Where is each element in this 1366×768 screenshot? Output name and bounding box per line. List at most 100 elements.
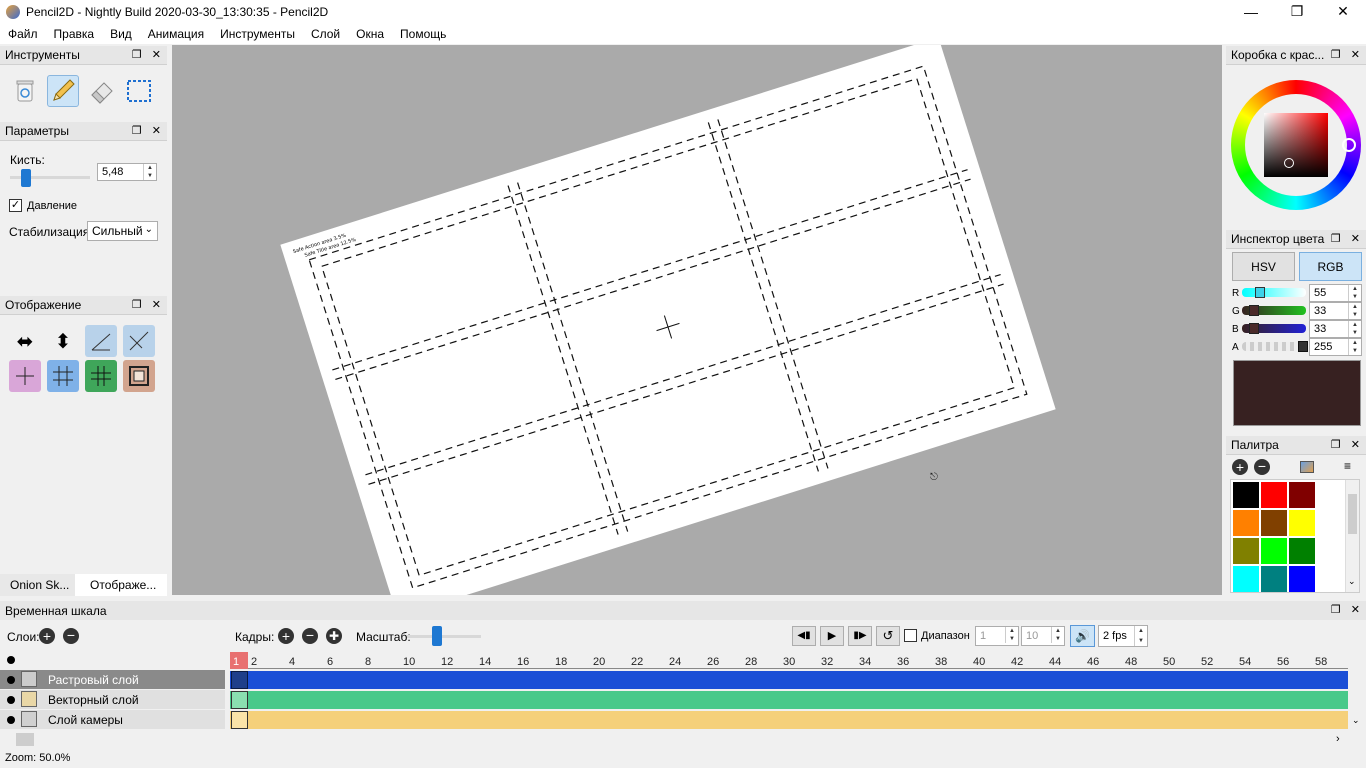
close-icon[interactable]: ✕ [152, 124, 161, 137]
minimize-button[interactable]: — [1228, 0, 1274, 23]
close-icon[interactable]: ✕ [1351, 438, 1360, 451]
menu-animation[interactable]: Анимация [148, 27, 204, 41]
keyframe[interactable] [231, 671, 248, 689]
fps-field[interactable]: 2 fps ▲ ▼ [1098, 625, 1148, 647]
float-icon[interactable]: ❐ [1331, 232, 1341, 245]
spin-arrows-icon[interactable]: ▲ ▼ [1051, 627, 1064, 643]
eraser-tool-button[interactable] [86, 75, 118, 107]
loop-button[interactable]: ↺ [876, 626, 900, 646]
tab-display[interactable]: Отображе... [75, 574, 167, 596]
select-tool-button[interactable] [123, 75, 155, 107]
a-slider[interactable] [1242, 342, 1306, 351]
float-icon[interactable]: ❐ [1331, 438, 1341, 451]
close-icon[interactable]: ✕ [152, 48, 161, 61]
palette-swatch[interactable] [1261, 538, 1287, 564]
a-slider-handle[interactable] [1298, 341, 1308, 352]
menu-layer[interactable]: Слой [311, 27, 340, 41]
layer-track[interactable] [230, 691, 1348, 709]
add-layer-icon[interactable]: + [39, 628, 55, 644]
layers-scroll-thumb[interactable] [16, 733, 34, 746]
float-icon[interactable]: ❐ [132, 48, 142, 61]
menu-edit[interactable]: Правка [54, 27, 95, 41]
float-icon[interactable]: ❐ [1331, 48, 1341, 61]
visibility-icon[interactable] [7, 715, 15, 724]
tab-hsv[interactable]: HSV [1232, 252, 1295, 281]
remove-layer-icon[interactable]: − [63, 628, 79, 644]
spin-arrows-icon[interactable]: ▲ ▼ [1348, 339, 1361, 355]
pressure-checkbox[interactable]: ✓ [9, 199, 22, 212]
chevron-down-icon[interactable]: ⌄ [1348, 576, 1356, 587]
g-field[interactable]: 33 ▲ ▼ [1309, 302, 1362, 320]
chevron-down-icon[interactable]: ⌄ [1352, 715, 1360, 726]
palette-swatch[interactable] [1233, 482, 1259, 508]
g-slider-handle[interactable] [1249, 305, 1259, 316]
flip-vertical-button[interactable]: ⬍ [47, 325, 79, 357]
a-field[interactable]: 255 ▲ ▼ [1309, 338, 1362, 356]
palette-swatch[interactable] [1289, 482, 1315, 508]
pencil-tool-button[interactable] [47, 75, 79, 107]
brush-slider-handle[interactable] [21, 169, 31, 187]
layer-row[interactable]: Растровый слой [0, 670, 225, 689]
palette-swatch[interactable] [1289, 510, 1315, 536]
stabilization-select[interactable]: Сильный ⌄ [87, 221, 158, 241]
tab-rgb[interactable]: RGB [1299, 252, 1362, 281]
saturation-value-square[interactable] [1264, 113, 1328, 177]
spin-arrows-icon[interactable]: ▲ ▼ [1348, 285, 1361, 301]
hue-cursor[interactable] [1342, 138, 1356, 152]
palette-scrollbar[interactable]: ⌄ [1345, 480, 1359, 592]
keyframe[interactable] [231, 691, 248, 709]
brush-size-field[interactable]: 5,48 ▲ ▼ [97, 163, 157, 181]
jump-start-button[interactable]: ◀▮ [792, 626, 816, 646]
close-icon[interactable]: ✕ [152, 298, 161, 311]
clear-tool-button[interactable] [9, 75, 41, 107]
spin-arrows-icon[interactable]: ▲ ▼ [1348, 303, 1361, 319]
r-slider-handle[interactable] [1255, 287, 1265, 298]
menu-windows[interactable]: Окна [356, 27, 384, 41]
close-icon[interactable]: ✕ [1351, 48, 1360, 61]
restore-button[interactable]: ❐ [1274, 0, 1320, 23]
layer-track[interactable] [230, 711, 1348, 729]
scale-slider[interactable] [407, 635, 481, 638]
sv-cursor[interactable] [1284, 158, 1294, 168]
overlay-perspective-button[interactable] [85, 325, 117, 357]
range-start-field[interactable]: 1 ▲ ▼ [975, 626, 1019, 646]
drawing-canvas[interactable]: Safe Action area 3.5% Safe Title area 12… [172, 45, 1222, 595]
menu-tools[interactable]: Инструменты [220, 27, 295, 41]
visibility-all-icon[interactable] [7, 656, 15, 664]
overlay-grid-button[interactable] [47, 360, 79, 392]
palette-swatch[interactable] [1261, 510, 1287, 536]
chevron-right-icon[interactable]: › [1336, 733, 1340, 745]
palette-swatch[interactable] [1261, 482, 1287, 508]
close-window-button[interactable]: ✕ [1320, 0, 1366, 23]
spin-arrows-icon[interactable]: ▲ ▼ [1005, 627, 1018, 643]
visibility-icon[interactable] [7, 675, 15, 684]
spin-arrows-icon[interactable]: ▲ ▼ [143, 164, 156, 180]
menu-view[interactable]: Вид [110, 27, 132, 41]
palette-view-icon[interactable] [1300, 461, 1314, 473]
remove-color-icon[interactable]: − [1254, 459, 1270, 475]
scale-slider-handle[interactable] [432, 626, 442, 646]
flip-horizontal-button[interactable]: ⬌ [9, 325, 41, 357]
add-frame-icon[interactable]: + [278, 628, 294, 644]
range-checkbox[interactable] [904, 629, 917, 642]
palette-swatch[interactable] [1289, 566, 1315, 592]
b-slider-handle[interactable] [1249, 323, 1259, 334]
palette-swatch[interactable] [1233, 566, 1259, 592]
overlay-safe-area-button[interactable] [123, 360, 155, 392]
overlay-thirds-button[interactable] [85, 360, 117, 392]
close-icon[interactable]: ✕ [1351, 232, 1360, 245]
b-field[interactable]: 33 ▲ ▼ [1309, 320, 1362, 338]
visibility-icon[interactable] [7, 695, 15, 704]
menu-help[interactable]: Помощь [400, 27, 446, 41]
float-icon[interactable]: ❐ [132, 298, 142, 311]
close-icon[interactable]: ✕ [1351, 603, 1360, 616]
duplicate-frame-icon[interactable]: ✚ [326, 628, 342, 644]
spin-arrows-icon[interactable]: ▲ ▼ [1348, 321, 1361, 337]
palette-swatch[interactable] [1261, 566, 1287, 592]
r-slider[interactable] [1242, 288, 1306, 297]
layer-row[interactable]: Слой камеры [0, 710, 225, 729]
menu-file[interactable]: Файл [8, 27, 38, 41]
layer-track[interactable] [230, 671, 1348, 689]
overlay-diagonal-button[interactable] [123, 325, 155, 357]
sound-toggle-button[interactable]: 🔊 [1070, 625, 1095, 647]
